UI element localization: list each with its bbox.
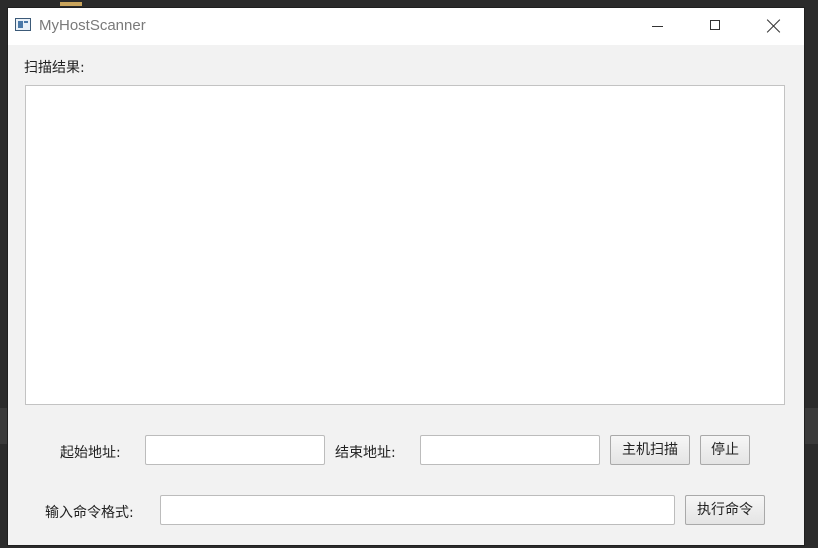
title-bar[interactable]: MyHostScanner	[8, 8, 804, 45]
maximize-button[interactable]	[687, 8, 745, 45]
minimize-button[interactable]	[629, 8, 687, 45]
minimize-icon	[652, 26, 663, 27]
scan-results-textarea[interactable]	[25, 85, 785, 405]
close-button[interactable]	[745, 8, 803, 45]
app-window: MyHostScanner 扫描结果: 起始地址: 结束地址: 主机扫描 停止 …	[8, 8, 804, 545]
command-input[interactable]	[160, 495, 675, 525]
background-code-fragment	[60, 0, 120, 8]
start-address-input[interactable]	[145, 435, 325, 465]
window-app-icon	[15, 18, 31, 31]
execute-command-button[interactable]: 执行命令	[685, 495, 765, 525]
window-title: MyHostScanner	[39, 17, 146, 34]
host-scan-button[interactable]: 主机扫描	[610, 435, 690, 465]
start-address-label: 起始地址:	[60, 445, 121, 461]
maximize-icon	[710, 20, 720, 30]
stop-button[interactable]: 停止	[700, 435, 750, 465]
close-icon	[767, 19, 781, 33]
command-format-label: 输入命令格式:	[45, 505, 134, 521]
end-address-input[interactable]	[420, 435, 600, 465]
scan-results-label: 扫描结果:	[24, 60, 85, 76]
end-address-label: 结束地址:	[335, 445, 396, 461]
